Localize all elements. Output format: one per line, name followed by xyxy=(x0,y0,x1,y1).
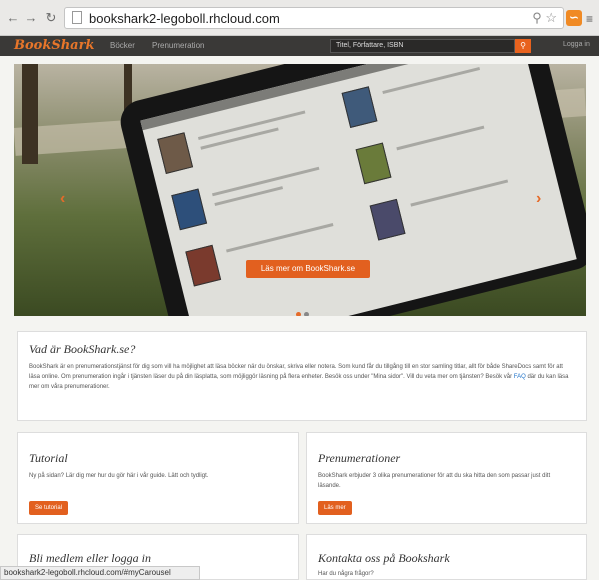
carousel-dot[interactable] xyxy=(296,312,301,316)
faq-link[interactable]: FAQ xyxy=(514,374,526,380)
tutorial-panel: Tutorial Ny på sidan? Lär dig mer hur du… xyxy=(17,432,299,524)
forward-arrow-icon[interactable]: → xyxy=(24,11,38,25)
back-arrow-icon[interactable]: ← xyxy=(6,11,20,25)
subscriptions-text: BookShark erbjuder 3 olika prenumeration… xyxy=(318,473,551,489)
tablet-image xyxy=(116,64,586,316)
tree-trunk xyxy=(22,64,38,164)
tutorial-text: Ny på sidan? Lär dig mer hur du gör här … xyxy=(29,473,209,479)
rss-icon[interactable]: ∽ xyxy=(566,10,582,26)
hero-carousel: ‹ › Läs mer om BookShark.se xyxy=(14,64,586,316)
contact-text: Har du några frågor? xyxy=(318,571,374,577)
subscriptions-panel: Prenumerationer BookShark erbjuder 3 oli… xyxy=(306,432,587,524)
carousel-indicators xyxy=(296,304,312,316)
search-icon[interactable]: ⚲ xyxy=(532,10,542,25)
login-link[interactable]: Logga in xyxy=(563,41,590,48)
site-navbar: BookShark Böcker Prenumeration Titel, Fö… xyxy=(0,36,599,56)
site-search-button[interactable]: ⚲ xyxy=(515,39,531,53)
subscriptions-title: Prenumerationer xyxy=(318,451,401,465)
page-icon xyxy=(72,11,82,24)
bookmark-star-icon[interactable]: ☆ xyxy=(545,10,557,25)
subscriptions-button[interactable]: Läs mer xyxy=(318,501,352,515)
contact-panel: Kontakta oss på Bookshark Har du några f… xyxy=(306,534,587,580)
member-title: Bli medlem eller logga in xyxy=(29,551,151,565)
address-bar[interactable]: bookshark2-legoboll.rhcloud.com ⚲ ☆ xyxy=(64,7,564,29)
site-search-input[interactable]: Titel, Författare, ISBN xyxy=(330,39,515,53)
browser-toolbar: ← → ↻ bookshark2-legoboll.rhcloud.com ⚲ … xyxy=(0,0,599,36)
read-more-cta-button[interactable]: Läs mer om BookShark.se xyxy=(246,260,370,278)
browser-status-bar: bookshark2-legoboll.rhcloud.com/#myCarou… xyxy=(0,566,200,580)
chevron-left-icon[interactable]: ‹ xyxy=(60,190,65,208)
site-logo[interactable]: BookShark xyxy=(14,38,94,53)
url-text: bookshark2-legoboll.rhcloud.com xyxy=(89,11,280,26)
reload-icon[interactable]: ↻ xyxy=(44,11,58,25)
nav-link-books[interactable]: Böcker xyxy=(110,41,135,50)
nav-link-subscription[interactable]: Prenumeration xyxy=(152,41,204,50)
contact-title: Kontakta oss på Bookshark xyxy=(318,551,450,565)
about-title: Vad är BookShark.se? xyxy=(29,342,136,356)
about-text: BookShark är en prenumerationstjänst för… xyxy=(29,364,569,390)
chevron-right-icon[interactable]: › xyxy=(536,190,541,208)
tablet-screen xyxy=(140,64,577,316)
carousel-dot[interactable] xyxy=(304,312,309,316)
about-panel: Vad är BookShark.se? BookShark är en pre… xyxy=(17,331,587,421)
magnifier-icon: ⚲ xyxy=(520,41,526,50)
menu-icon[interactable]: ≡ xyxy=(586,12,593,26)
tutorial-title: Tutorial xyxy=(29,451,68,465)
tutorial-button[interactable]: Se tutorial xyxy=(29,501,69,515)
